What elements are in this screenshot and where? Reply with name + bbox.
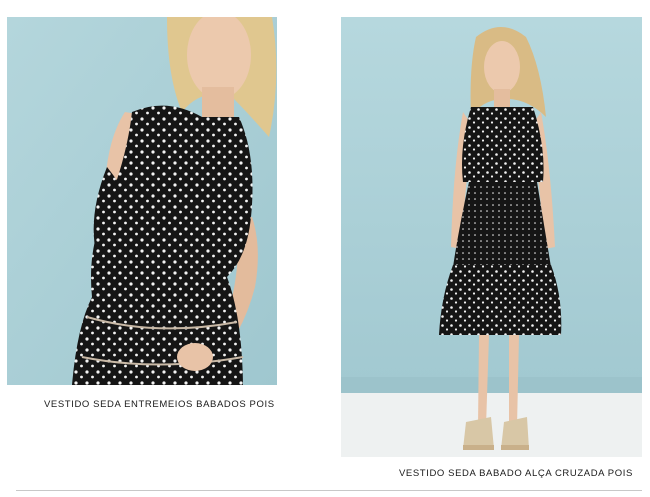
product-photo-2[interactable]: [341, 17, 642, 457]
bottom-divider: [16, 490, 642, 491]
product-name-2[interactable]: VESTIDO SEDA BABADO ALÇA CRUZADA POIS: [399, 468, 633, 479]
model-image-2: [341, 17, 642, 457]
product-photo-1[interactable]: [7, 17, 277, 385]
product-name-1[interactable]: VESTIDO SEDA ENTREMEIOS BABADOS POIS: [44, 399, 275, 410]
model-image-1: [7, 17, 277, 385]
